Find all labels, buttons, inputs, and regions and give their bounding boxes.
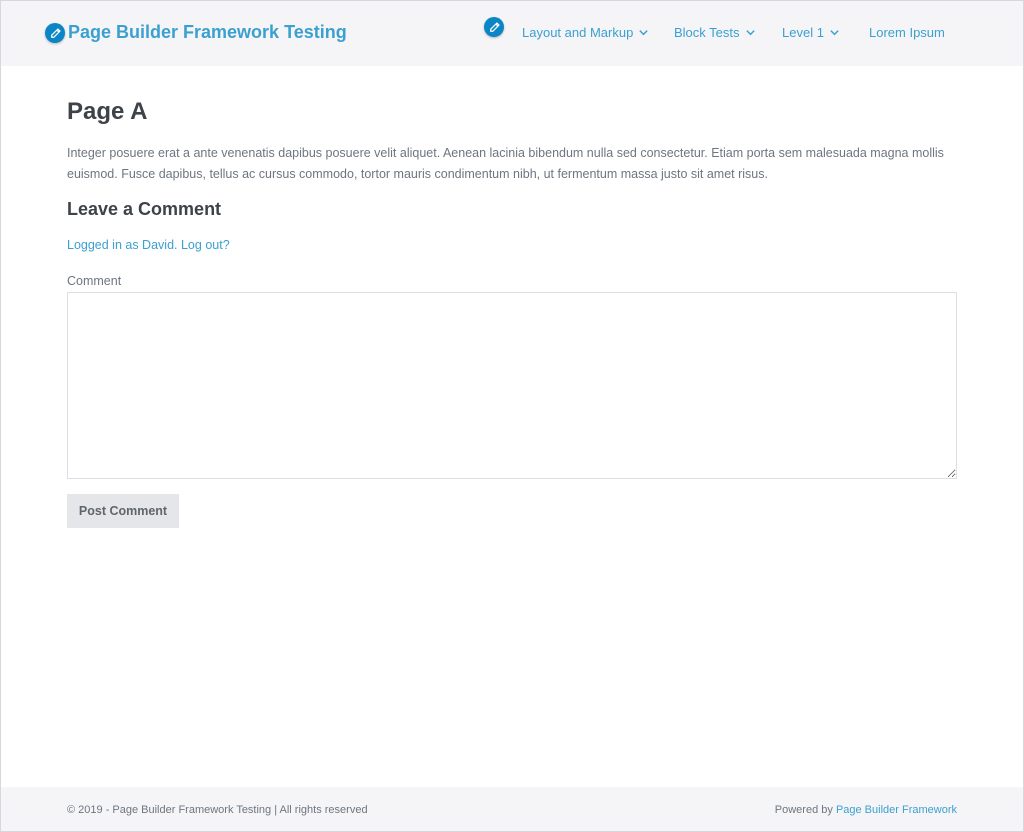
logged-in-notice: Logged in as David. Log out? bbox=[67, 238, 230, 252]
pencil-icon[interactable] bbox=[484, 17, 504, 37]
nav-item-label: Lorem Ipsum bbox=[869, 25, 945, 40]
nav-item-lorem-ipsum[interactable]: Lorem Ipsum bbox=[869, 25, 945, 40]
powered-by-prefix: Powered by bbox=[774, 804, 836, 816]
profile-link[interactable]: Logged in as David bbox=[67, 238, 174, 252]
site-footer: © 2019 - Page Builder Framework Testing … bbox=[1, 787, 1023, 831]
page-title: Page A bbox=[67, 98, 148, 125]
chevron-down-icon bbox=[745, 30, 755, 36]
chevron-down-icon bbox=[830, 30, 839, 36]
chevron-down-icon bbox=[639, 30, 648, 36]
comments-heading: Leave a Comment bbox=[67, 199, 222, 219]
nav-item-level-1[interactable]: Level 1 bbox=[782, 25, 840, 40]
site-title-link[interactable]: Page Builder Framework Testing bbox=[68, 22, 347, 43]
copyright-text: © 2019 - Page Builder Framework Testing … bbox=[67, 804, 368, 816]
powered-by: Powered by Page Builder Framework bbox=[775, 804, 957, 816]
post-comment-button[interactable]: Post Comment bbox=[67, 494, 179, 528]
nav-item-block-tests[interactable]: Block Tests bbox=[674, 25, 756, 40]
comment-label: Comment bbox=[67, 274, 122, 288]
comment-textarea[interactable] bbox=[67, 292, 957, 479]
powered-by-link[interactable]: Page Builder Framework bbox=[836, 804, 957, 816]
page-frame: Page Builder Framework Testing Layout an… bbox=[0, 0, 1024, 832]
nav-item-label: Level 1 bbox=[782, 25, 824, 40]
logged-in-separator: . bbox=[174, 238, 181, 252]
pencil-icon[interactable] bbox=[45, 23, 65, 43]
logout-link[interactable]: Log out? bbox=[181, 238, 230, 252]
page-intro-text: Integer posuere erat a ante venenatis da… bbox=[67, 146, 944, 181]
nav-item-layout-and-markup[interactable]: Layout and Markup bbox=[522, 25, 649, 40]
nav-item-label: Layout and Markup bbox=[522, 25, 634, 40]
nav-item-label: Block Tests bbox=[674, 25, 740, 40]
site-header: Page Builder Framework Testing Layout an… bbox=[1, 1, 1023, 66]
